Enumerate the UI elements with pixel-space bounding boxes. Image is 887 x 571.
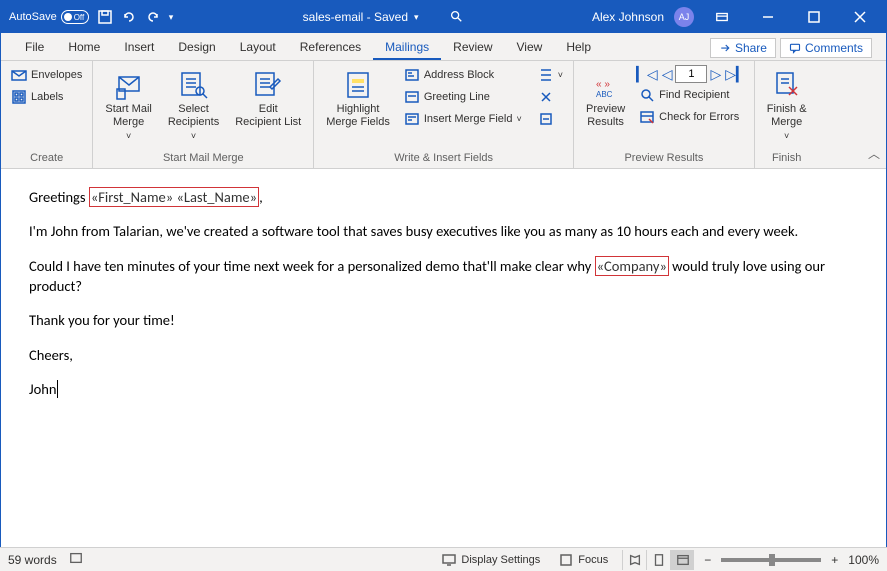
paragraph-thanks: Thank you for your time!: [29, 310, 858, 330]
paragraph-ask: Could I have ten minutes of your time ne…: [29, 256, 858, 297]
group-finish-label: Finish: [755, 150, 819, 168]
print-layout-icon[interactable]: [646, 550, 670, 570]
first-record-icon[interactable]: ▎◁: [635, 66, 659, 83]
start-mail-merge-button[interactable]: Start Mail Merge: [99, 65, 157, 146]
finish-merge-button[interactable]: Finish & Merge: [761, 65, 813, 146]
last-record-icon[interactable]: ▷▎: [724, 66, 748, 83]
group-preview-label: Preview Results: [574, 150, 754, 168]
highlight-merge-fields-button[interactable]: Highlight Merge Fields: [320, 65, 396, 133]
user-avatar[interactable]: AJ: [674, 7, 694, 27]
envelopes-button[interactable]: Envelopes: [7, 65, 86, 85]
zoom-out-icon[interactable]: −: [704, 553, 711, 567]
ribbon-display-icon[interactable]: [704, 3, 740, 31]
text-cursor: [57, 380, 58, 398]
comments-button[interactable]: Comments: [780, 38, 872, 58]
ribbon: Envelopes Labels Create Start Mail Merge…: [1, 61, 886, 169]
group-write-label: Write & Insert Fields: [314, 150, 573, 168]
maximize-icon[interactable]: [796, 3, 832, 31]
tab-review[interactable]: Review: [441, 34, 504, 60]
user-name[interactable]: Alex Johnson: [592, 10, 664, 24]
merge-field-company[interactable]: «Company»: [595, 256, 669, 276]
labels-button[interactable]: Labels: [7, 87, 86, 107]
prev-record-icon[interactable]: ◁: [661, 66, 674, 83]
tab-references[interactable]: References: [288, 34, 373, 60]
edit-recipient-list-button[interactable]: Edit Recipient List: [229, 65, 307, 133]
tab-help[interactable]: Help: [554, 34, 603, 60]
paragraph-cheers: Cheers,: [29, 345, 858, 365]
proofing-icon[interactable]: [69, 551, 83, 568]
read-mode-icon[interactable]: [622, 550, 646, 570]
display-settings-button[interactable]: Display Settings: [437, 550, 544, 570]
tab-layout[interactable]: Layout: [228, 34, 288, 60]
merge-field-name[interactable]: «First_Name» «Last_Name»: [89, 187, 259, 207]
share-button[interactable]: Share: [710, 38, 776, 58]
select-recipients-button[interactable]: Select Recipients: [162, 65, 225, 146]
undo-icon[interactable]: [121, 9, 137, 25]
svg-text:ABC: ABC: [596, 90, 613, 99]
zoom-slider[interactable]: [721, 558, 821, 562]
close-icon[interactable]: [842, 3, 878, 31]
word-count[interactable]: 59 words: [8, 553, 57, 567]
address-block-button[interactable]: Address Block: [400, 65, 526, 85]
tab-view[interactable]: View: [505, 34, 555, 60]
find-recipient-button[interactable]: Find Recipient: [635, 85, 748, 105]
web-layout-icon[interactable]: [670, 550, 694, 570]
zoom-level[interactable]: 100%: [848, 553, 879, 567]
tab-file[interactable]: File: [13, 34, 56, 60]
zoom-in-icon[interactable]: +: [831, 553, 838, 567]
collapse-ribbon-icon[interactable]: ︿: [868, 145, 880, 162]
next-record-icon[interactable]: ▷: [709, 66, 722, 83]
paragraph-signature: John: [29, 379, 858, 399]
update-labels-button[interactable]: [534, 109, 567, 129]
document-body[interactable]: Greetings «First_Name» «Last_Name», I'm …: [1, 169, 886, 539]
insert-merge-field-button[interactable]: Insert Merge Field: [400, 109, 526, 129]
autosave-toggle[interactable]: AutoSave Off: [9, 10, 89, 24]
record-number-input[interactable]: [675, 65, 707, 83]
record-navigator[interactable]: ▎◁ ◁ ▷ ▷▎: [635, 65, 748, 83]
focus-button[interactable]: Focus: [554, 550, 612, 570]
group-create-label: Create: [1, 150, 92, 168]
tab-home[interactable]: Home: [56, 34, 112, 60]
rules-button[interactable]: ˅: [534, 65, 567, 85]
check-errors-button[interactable]: Check for Errors: [635, 107, 748, 127]
document-title: sales-email - Saved: [303, 10, 408, 24]
autosave-label: AutoSave: [9, 11, 57, 23]
ribbon-tabs: File Home Insert Design Layout Reference…: [1, 33, 886, 61]
search-icon[interactable]: [449, 9, 463, 26]
save-icon[interactable]: [97, 9, 113, 25]
match-fields-button[interactable]: [534, 87, 567, 107]
tab-mailings[interactable]: Mailings: [373, 34, 441, 60]
paragraph-greeting: Greetings «First_Name» «Last_Name»,: [29, 187, 858, 207]
paragraph-intro: I'm John from Talarian, we've created a …: [29, 221, 858, 241]
redo-icon[interactable]: [145, 9, 161, 25]
view-buttons: [622, 550, 694, 570]
preview-results-button[interactable]: « »ABCPreview Results: [580, 65, 631, 133]
group-start-label: Start Mail Merge: [93, 150, 313, 168]
minimize-icon[interactable]: [750, 3, 786, 31]
status-bar: 59 words Display Settings Focus − + 100%: [0, 547, 887, 571]
greeting-line-button[interactable]: Greeting Line: [400, 87, 526, 107]
tab-insert[interactable]: Insert: [112, 34, 166, 60]
svg-text:« »: « »: [596, 79, 610, 90]
title-bar: AutoSave Off ▾ sales-email - Saved ▾ Ale…: [1, 1, 886, 33]
tab-design[interactable]: Design: [166, 34, 227, 60]
